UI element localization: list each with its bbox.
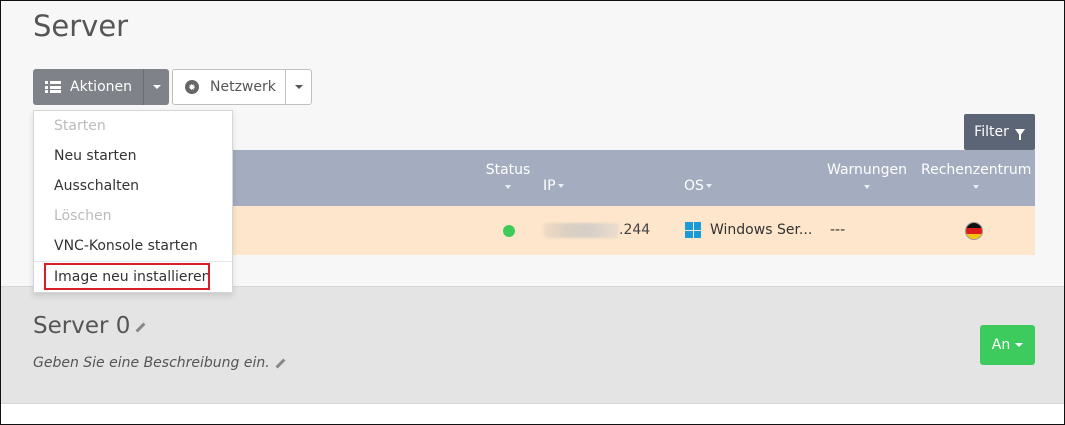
sort-icon (705, 184, 712, 188)
column-header-ip[interactable]: IP (543, 178, 564, 194)
column-header-status[interactable]: Status (475, 162, 541, 189)
ip-address: .244 (619, 222, 651, 238)
actions-dropdown-toggle[interactable] (143, 69, 169, 105)
menu-item-restart[interactable]: Neu starten (34, 141, 232, 171)
highlight-box (44, 263, 210, 290)
column-header-datacenter[interactable]: Rechenzentrum (921, 162, 1031, 189)
sort-icon (505, 185, 511, 189)
ip-redacted (543, 223, 619, 238)
app-frame: Server Aktionen Netzwerk Filter Status I… (0, 0, 1065, 425)
warnings-value: --- (830, 222, 846, 238)
page-title: Server (33, 9, 129, 43)
network-icon (185, 80, 199, 94)
chevron-down-icon (1015, 343, 1024, 347)
funnel-icon (1014, 128, 1025, 140)
pencil-icon[interactable] (134, 321, 146, 333)
menu-item-vnc-console[interactable]: VNC-Konsole starten (34, 231, 232, 261)
menu-item-shutdown[interactable]: Ausschalten (34, 171, 232, 201)
power-state-button[interactable]: An (980, 325, 1035, 365)
actions-dropdown-menu: Starten Neu starten Ausschalten Löschen … (33, 110, 233, 293)
pencil-icon[interactable] (274, 357, 286, 369)
chevron-down-icon (294, 85, 303, 89)
filter-button-label: Filter (974, 124, 1009, 140)
germany-flag-icon (965, 222, 983, 240)
network-button[interactable]: Netzwerk (172, 69, 286, 105)
filter-button[interactable]: Filter (964, 114, 1035, 150)
os-name: Windows Ser... (710, 222, 813, 238)
sort-icon (973, 185, 979, 189)
server-name[interactable]: Server 0 (33, 313, 146, 339)
network-dropdown-toggle[interactable] (285, 69, 312, 105)
menu-item-delete: Löschen (54, 208, 112, 224)
menu-item-start: Starten (54, 118, 106, 134)
column-header-warnings[interactable]: Warnungen (827, 162, 907, 189)
server-description[interactable]: Geben Sie eine Beschreibung ein. (33, 355, 286, 371)
server-detail-section: Server 0 Geben Sie eine Beschreibung ein… (1, 286, 1064, 404)
status-indicator (503, 225, 515, 237)
actions-button[interactable]: Aktionen (33, 69, 143, 105)
list-icon (45, 81, 61, 93)
sort-icon (557, 184, 564, 188)
column-header-os[interactable]: OS (684, 178, 712, 194)
windows-logo-icon (685, 222, 701, 238)
chevron-down-icon (152, 85, 161, 89)
network-button-label: Netzwerk (210, 79, 276, 95)
sort-icon (864, 185, 870, 189)
actions-button-label: Aktionen (70, 79, 132, 95)
